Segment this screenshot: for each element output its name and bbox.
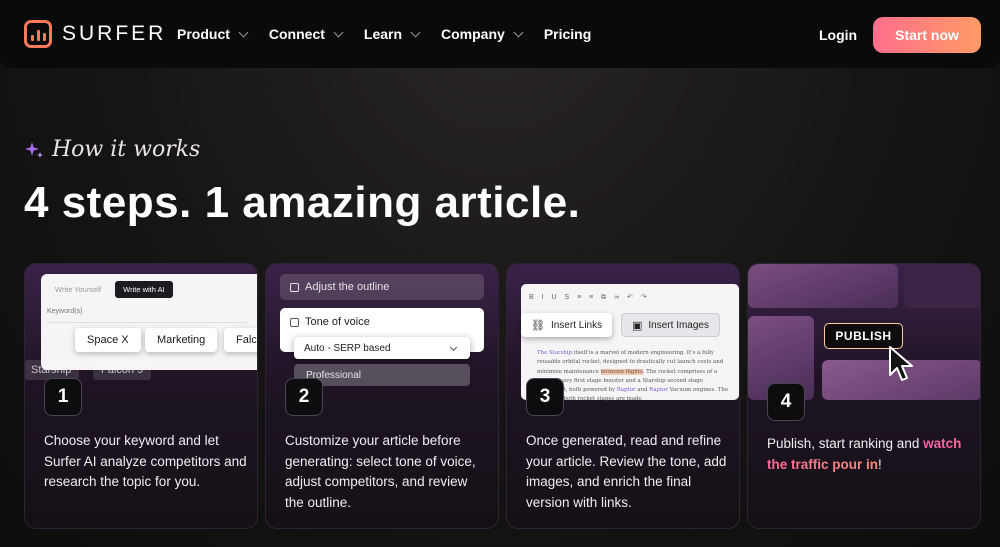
step-card-3: B I U S ≡ ≡ ⧉ ∞ ↶ ↷ ⛓ Insert Links ▣ Ins… [506,263,740,529]
menu-item-company[interactable]: Company [441,26,524,42]
sparkle-icon [25,141,43,158]
editor-toolbar[interactable]: B I U S ≡ ≡ ⧉ ∞ ↶ ↷ [529,293,650,302]
main-menu: Product Connect Learn Company Pricing [177,26,613,42]
menu-item-product[interactable]: Product [177,26,249,42]
image-icon: ▣ [632,319,643,332]
outline-row[interactable]: Adjust the outline [280,274,484,300]
section-eyebrow: How it works [24,137,200,162]
outline-label: Adjust the outline [305,281,390,293]
tone-select[interactable]: Auto - SERP based [294,337,470,359]
tab-write-yourself[interactable]: Write Yourself [47,281,109,298]
link-icon: ⛓ [531,319,545,332]
step-number: 2 [285,378,323,416]
chevron-down-icon [238,27,249,37]
insert-images-label: Insert Images [648,319,709,331]
page-block [904,264,980,308]
page-title: 4 steps. 1 amazing article. [24,178,581,227]
step-number: 4 [767,383,805,421]
tab-write-with-ai[interactable]: Write with AI [115,281,173,298]
start-now-button[interactable]: Start now [873,17,981,53]
login-link[interactable]: Login [819,27,857,43]
chevron-down-icon [333,27,344,37]
insert-links-button[interactable]: ⛓ Insert Links [521,313,613,337]
edit-icon [290,282,299,292]
keyword-chip[interactable]: Space X [75,328,141,352]
menu-item-connect[interactable]: Connect [268,26,344,42]
step-description: Publish, start ranking and watch the tra… [767,434,971,475]
step-card-1: Write Yourself Write with AI Keyword(s) … [24,263,258,529]
brand-name: SURFER [62,22,167,45]
step-card-4: PUBLISH 4 Publish, start ranking and wat… [747,263,981,529]
insert-links-label: Insert Links [550,319,603,331]
menu-item-learn[interactable]: Learn [363,26,421,42]
keyword-chip[interactable]: Marketing [145,328,218,352]
top-navigation: SURFER Product Connect Learn Company Pri… [0,0,1000,68]
insert-images-button[interactable]: ▣ Insert Images [621,313,720,337]
eyebrow-text: How it works [52,137,201,162]
step-text: ! [878,456,882,472]
menu-item-label: Learn [363,26,403,42]
step-description: Once generated, read and refine your art… [526,433,727,510]
menu-item-label: Product [177,26,230,42]
menu-item-label: Pricing [543,26,592,42]
tone-label: Tone of voice [305,316,370,328]
page-block [748,264,898,308]
brand-logo[interactable]: SURFER [24,20,166,48]
suggested-keyword[interactable]: Starship [25,360,80,380]
keyword-chip[interactable]: Falco [224,328,257,352]
tone-selected-value: Auto - SERP based [304,342,391,354]
cursor-icon [889,346,913,381]
article-text-preview: The Starship itself is a marvel of moder… [537,350,729,403]
step-number: 3 [526,378,564,416]
surfer-logo-icon [24,20,52,48]
chevron-down-icon [513,27,524,37]
chevron-down-icon [449,343,458,352]
write-mode-tabs: Write Yourself Write with AI [47,281,173,298]
menu-item-label: Company [441,26,505,42]
step-description: Customize your article before generating… [285,433,476,510]
chevron-down-icon [410,27,421,37]
menu-item-label: Connect [268,26,325,42]
step-number: 1 [44,378,82,416]
suggested-keyword[interactable]: Falcon 9 [93,360,152,380]
keyword-field-label: Keyword(s) [47,308,83,315]
step-description: Choose your keyword and let Surfer AI an… [44,433,247,489]
step-card-2: Adjust the outline Tone of voice Auto - … [265,263,499,529]
step-text: Publish, start ranking and [767,436,924,451]
edit-icon [290,317,299,327]
menu-item-pricing[interactable]: Pricing [544,26,591,42]
